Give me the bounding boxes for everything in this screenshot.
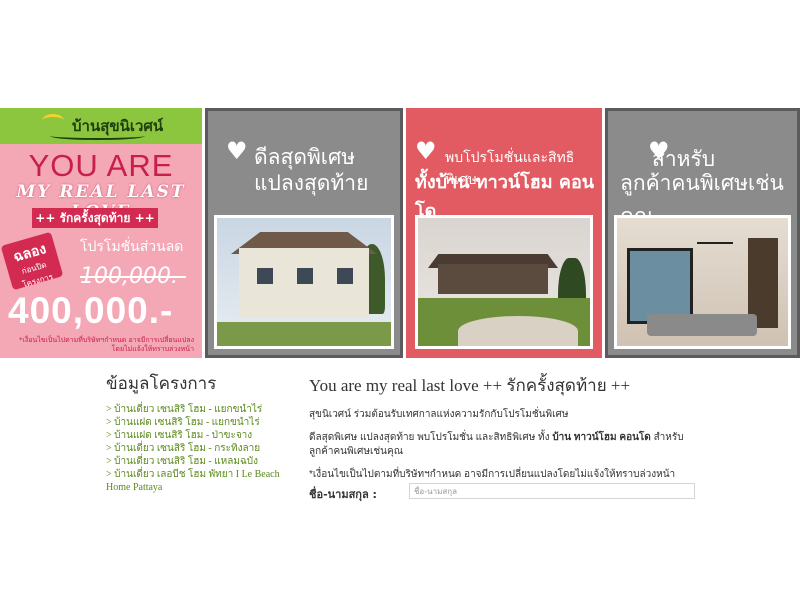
project-link[interactable]: > บ้านแฝด เซนสิริ โฮม - แยกขนำไร่ (106, 416, 302, 429)
special-title-area: ♥ สำหรับ ลูกค้าคนพิเศษเช่นคุณ (608, 111, 797, 228)
page-title: You are my real last love ++ รักครั้งสุด… (309, 376, 631, 395)
project-link[interactable]: > บ้านเดี่ยว เซนสิริ โฮม - แยกขนำไร่ (106, 403, 302, 416)
deal-title-area: ♥ ดีลสุดพิเศษ แปลงสุดท้าย (208, 111, 400, 215)
project-link[interactable]: > บ้านเดี่ยว เลอบีช โฮม พัทยา I Le Beach… (106, 468, 302, 494)
old-discount: 100,000.- (80, 264, 186, 289)
promo-note: *เงื่อนไขเป็นไปตามที่บริษัทฯกำหนด อาจมีก… (18, 336, 194, 353)
main-content: You are my real last love ++ รักครั้งสุด… (309, 372, 699, 482)
name-label: ชื่อ-นามสกุล : (309, 488, 377, 501)
project-link[interactable]: > บ้านเดี่ยว เซนสิริ โฮม - กระทิงลาย (106, 442, 302, 455)
promo-panel[interactable]: บ้านสุขนิเวศน์ YOU ARE MY REAL LAST LOVE… (0, 108, 202, 358)
deal-panel[interactable]: ♥ ดีลสุดพิเศษ แปลงสุดท้าย (205, 108, 403, 358)
offer-paragraph: ดีลสุดพิเศษ แปลงสุดท้าย พบโปรโมชั่น และส… (309, 431, 699, 459)
heart-icon: ♥ (415, 137, 437, 165)
logo-swoosh-icon (50, 132, 145, 140)
promotion-title-area: ♥ พบโปรโมชั่นและสิทธิพิเศษ ทั้งบ้าน ทาวน… (409, 111, 599, 222)
house-photo (214, 215, 394, 349)
offer-text-bold: บ้าน ทาวน์โฮม คอนโด (552, 432, 651, 443)
special-customer-panel[interactable]: ♥ สำหรับ ลูกค้าคนพิเศษเช่นคุณ (605, 108, 800, 358)
interior-photo (614, 215, 791, 349)
last-time-ribbon: ++ รักครั้งสุดท้าย ++ (32, 208, 158, 228)
heart-icon: ♥ (226, 137, 248, 165)
project-link[interactable]: > บ้านแฝด เซนสิริ โฮม - ป่าขะจาง (106, 429, 302, 442)
deal-title-line2: แปลงสุดท้าย (254, 171, 369, 195)
clubhouse-photo (415, 215, 593, 349)
conditions-paragraph: *เงื่อนไขเป็นไปตามที่บริษัทฯกำหนด อาจมีก… (309, 469, 676, 480)
project-sidebar: ข้อมูลโครงการ > บ้านเดี่ยว เซนสิริ โฮม -… (106, 370, 302, 494)
promo-banner: บ้านสุขนิเวศน์ YOU ARE MY REAL LAST LOVE… (0, 108, 800, 358)
project-link[interactable]: > บ้านเดี่ยว เซนสิริ โฮม - แหลมฉบัง (106, 455, 302, 468)
intro-paragraph: สุขนิเวศน์ ร่วมต้อนรับเทศกาลแห่งความรักก… (309, 409, 569, 420)
new-discount: 400,000.- (8, 290, 174, 331)
offer-text-a: ดีลสุดพิเศษ แปลงสุดท้าย พบโปรโมชั่น และส… (309, 432, 553, 443)
celebrate-badge: ฉลอง ก่อนปิดโครงการ (0, 231, 64, 291)
name-input[interactable]: ชื่อ-นามสกุล (409, 483, 695, 499)
promotion-panel[interactable]: ♥ พบโปรโมชั่นและสิทธิพิเศษ ทั้งบ้าน ทาวน… (406, 108, 602, 358)
logo-mark-icon (42, 114, 64, 127)
project-list: > บ้านเดี่ยว เซนสิริ โฮม - แยกขนำไร่ > บ… (106, 403, 302, 494)
promo-label: โปรโมชั่นส่วนลด (80, 239, 184, 255)
sidebar-title: ข้อมูลโครงการ (106, 374, 217, 394)
you-are-text: YOU ARE (28, 148, 174, 183)
